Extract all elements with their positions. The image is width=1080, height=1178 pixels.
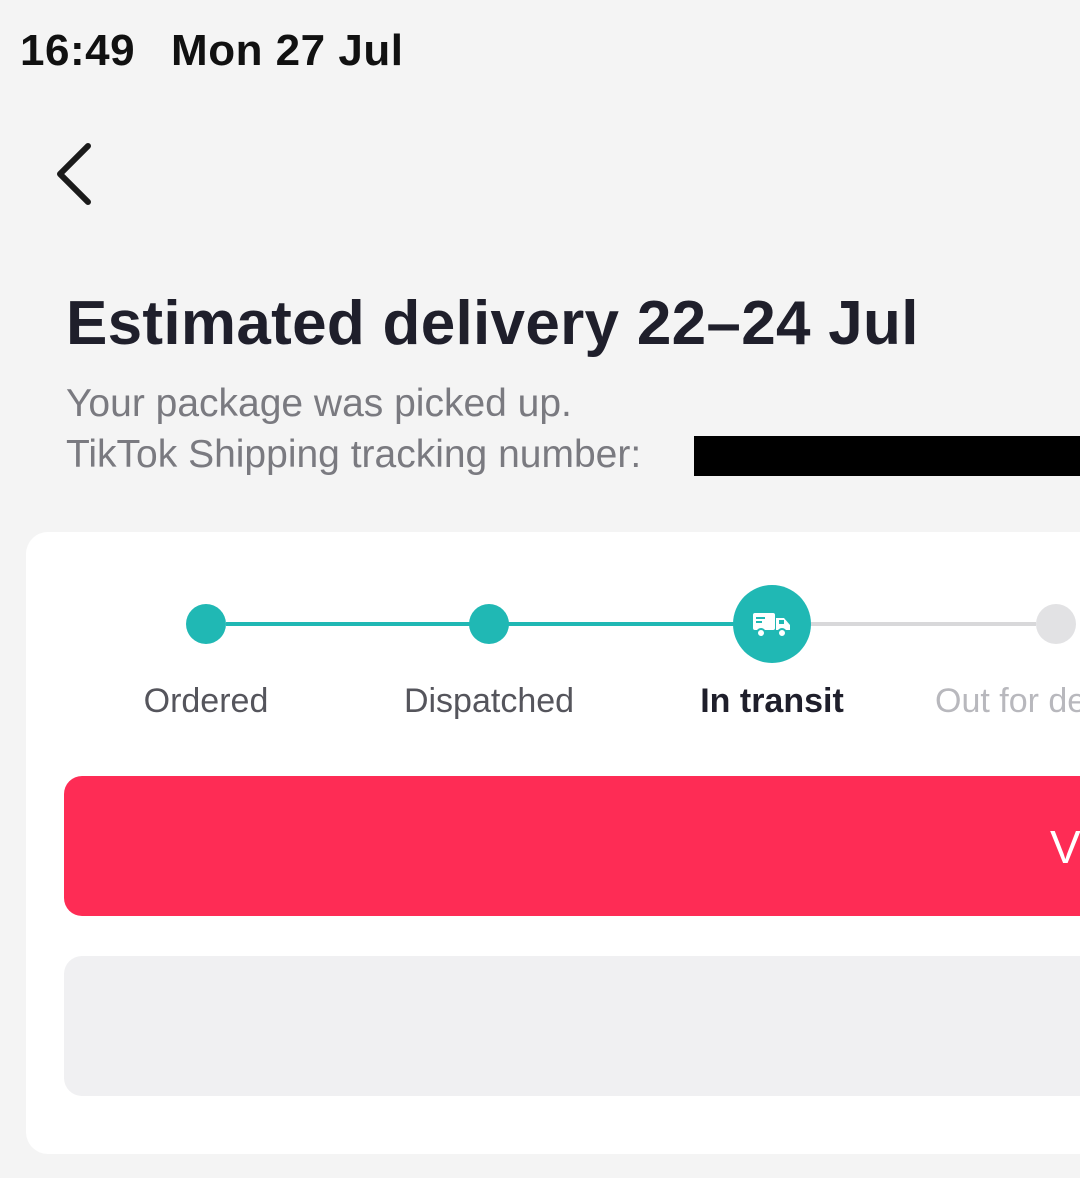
step-dot-in-transit <box>733 585 811 663</box>
package-status-text: Your package was picked up. <box>66 382 572 425</box>
primary-action-label: V <box>1050 821 1080 873</box>
back-button[interactable] <box>48 138 108 210</box>
tracking-number-label: TikTok Shipping tracking number: <box>66 433 642 476</box>
step-dot-ordered <box>186 604 226 644</box>
status-bar: 16:49 Mon 27 Jul <box>20 26 403 76</box>
status-date: Mon 27 Jul <box>171 26 404 75</box>
chevron-left-icon <box>57 143 91 205</box>
step-label-ordered: Ordered <box>143 682 269 720</box>
progress-line-done-2 <box>508 622 734 626</box>
page-title: Estimated delivery 22–24 Jul <box>66 289 919 358</box>
step-label-out-for-delivery: Out for de <box>935 682 1080 720</box>
step-dot-dispatched <box>469 604 509 644</box>
primary-action-button[interactable]: V <box>64 776 1080 916</box>
step-label-in-transit: In transit <box>700 682 844 720</box>
redacted-tracking-number <box>694 436 1080 476</box>
status-time: 16:49 <box>20 26 136 75</box>
progress-line-done-1 <box>226 622 470 626</box>
progress-line-pending <box>810 622 1036 626</box>
step-dot-out-for-delivery <box>1036 604 1076 644</box>
step-label-dispatched: Dispatched <box>403 682 575 720</box>
truck-icon <box>753 613 790 638</box>
secondary-action-button[interactable] <box>64 956 1080 1096</box>
